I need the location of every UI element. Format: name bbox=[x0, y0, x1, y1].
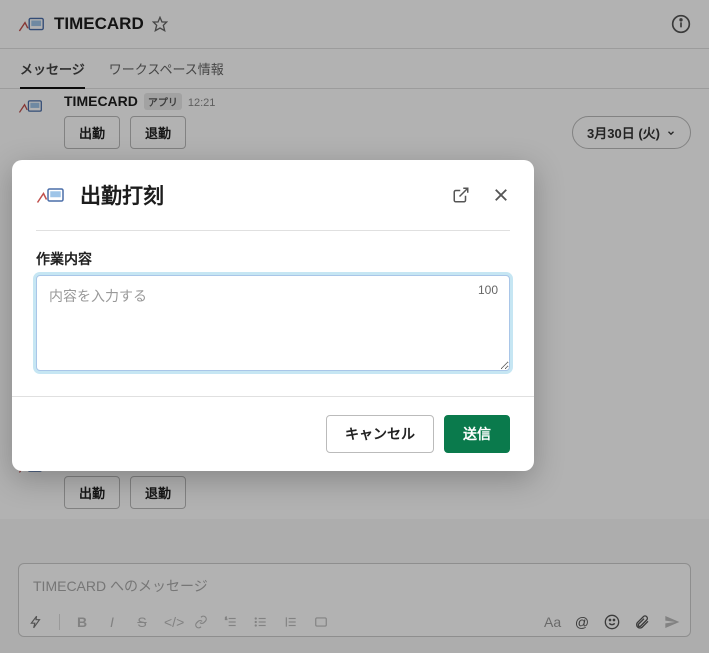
clock-in-modal: 出勤打刻 作業内容 100 bbox=[12, 160, 534, 471]
cancel-button[interactable]: キャンセル bbox=[326, 415, 434, 453]
work-content-label: 作業内容 bbox=[36, 249, 510, 269]
modal-footer: キャンセル 送信 bbox=[12, 396, 534, 471]
modal-header: 出勤打刻 bbox=[12, 160, 534, 230]
modal-app-icon bbox=[36, 184, 68, 206]
close-icon[interactable] bbox=[492, 186, 510, 204]
char-counter: 100 bbox=[478, 283, 498, 297]
submit-button[interactable]: 送信 bbox=[444, 415, 510, 453]
modal-overlay[interactable]: 出勤打刻 作業内容 100 bbox=[0, 0, 709, 653]
external-link-icon[interactable] bbox=[452, 186, 470, 204]
work-content-input[interactable] bbox=[36, 275, 510, 371]
modal-title: 出勤打刻 bbox=[80, 180, 440, 210]
modal-body: 作業内容 100 bbox=[12, 231, 534, 396]
